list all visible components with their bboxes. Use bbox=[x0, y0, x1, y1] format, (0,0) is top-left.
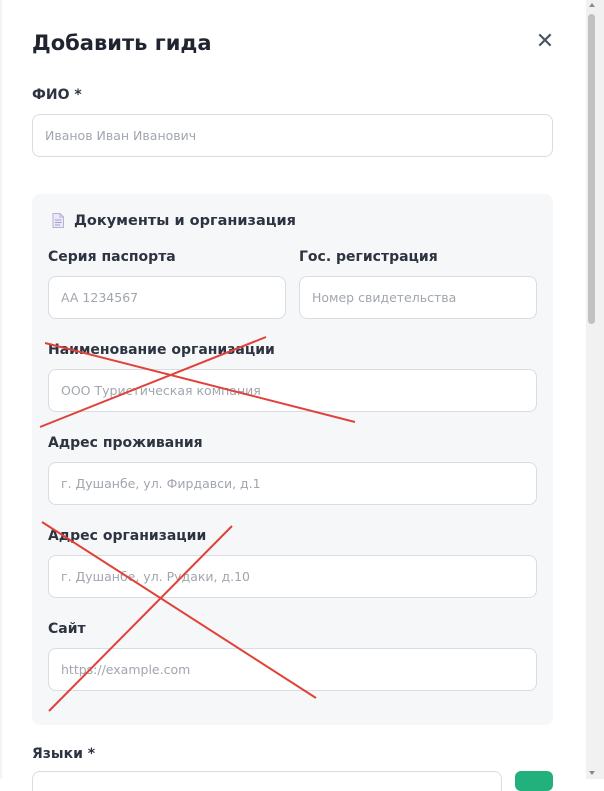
fio-label: ФИО * bbox=[32, 87, 82, 103]
documents-section bbox=[32, 194, 553, 725]
passport-label: Серия паспорта bbox=[48, 249, 176, 265]
registration-input[interactable] bbox=[299, 276, 537, 319]
organization-address-input[interactable] bbox=[48, 555, 537, 598]
window-edge bbox=[0, 0, 2, 779]
languages-label: Языки * bbox=[32, 746, 96, 762]
dialog-title: Добавить гида bbox=[32, 31, 212, 55]
scrollbar-thumb[interactable] bbox=[588, 14, 595, 324]
document-icon bbox=[52, 213, 64, 228]
website-label: Сайт bbox=[48, 621, 86, 637]
close-icon[interactable]: ✕ bbox=[533, 30, 557, 54]
passport-input[interactable] bbox=[48, 276, 286, 319]
registration-label: Гос. регистрация bbox=[299, 249, 438, 265]
scroll-up-arrow-icon[interactable] bbox=[589, 3, 595, 7]
fio-input[interactable] bbox=[32, 114, 553, 157]
add-language-button[interactable] bbox=[515, 771, 553, 791]
organization-name-label: Наименование организации bbox=[48, 342, 275, 358]
documents-section-title: Документы и организация bbox=[74, 213, 296, 229]
organization-name-input[interactable] bbox=[48, 369, 537, 412]
website-input[interactable] bbox=[48, 648, 537, 691]
home-address-input[interactable] bbox=[48, 462, 537, 505]
organization-address-label: Адрес организации bbox=[48, 528, 207, 544]
languages-input[interactable] bbox=[32, 771, 502, 791]
home-address-label: Адрес проживания bbox=[48, 435, 203, 451]
scroll-down-arrow-icon[interactable] bbox=[589, 771, 595, 775]
